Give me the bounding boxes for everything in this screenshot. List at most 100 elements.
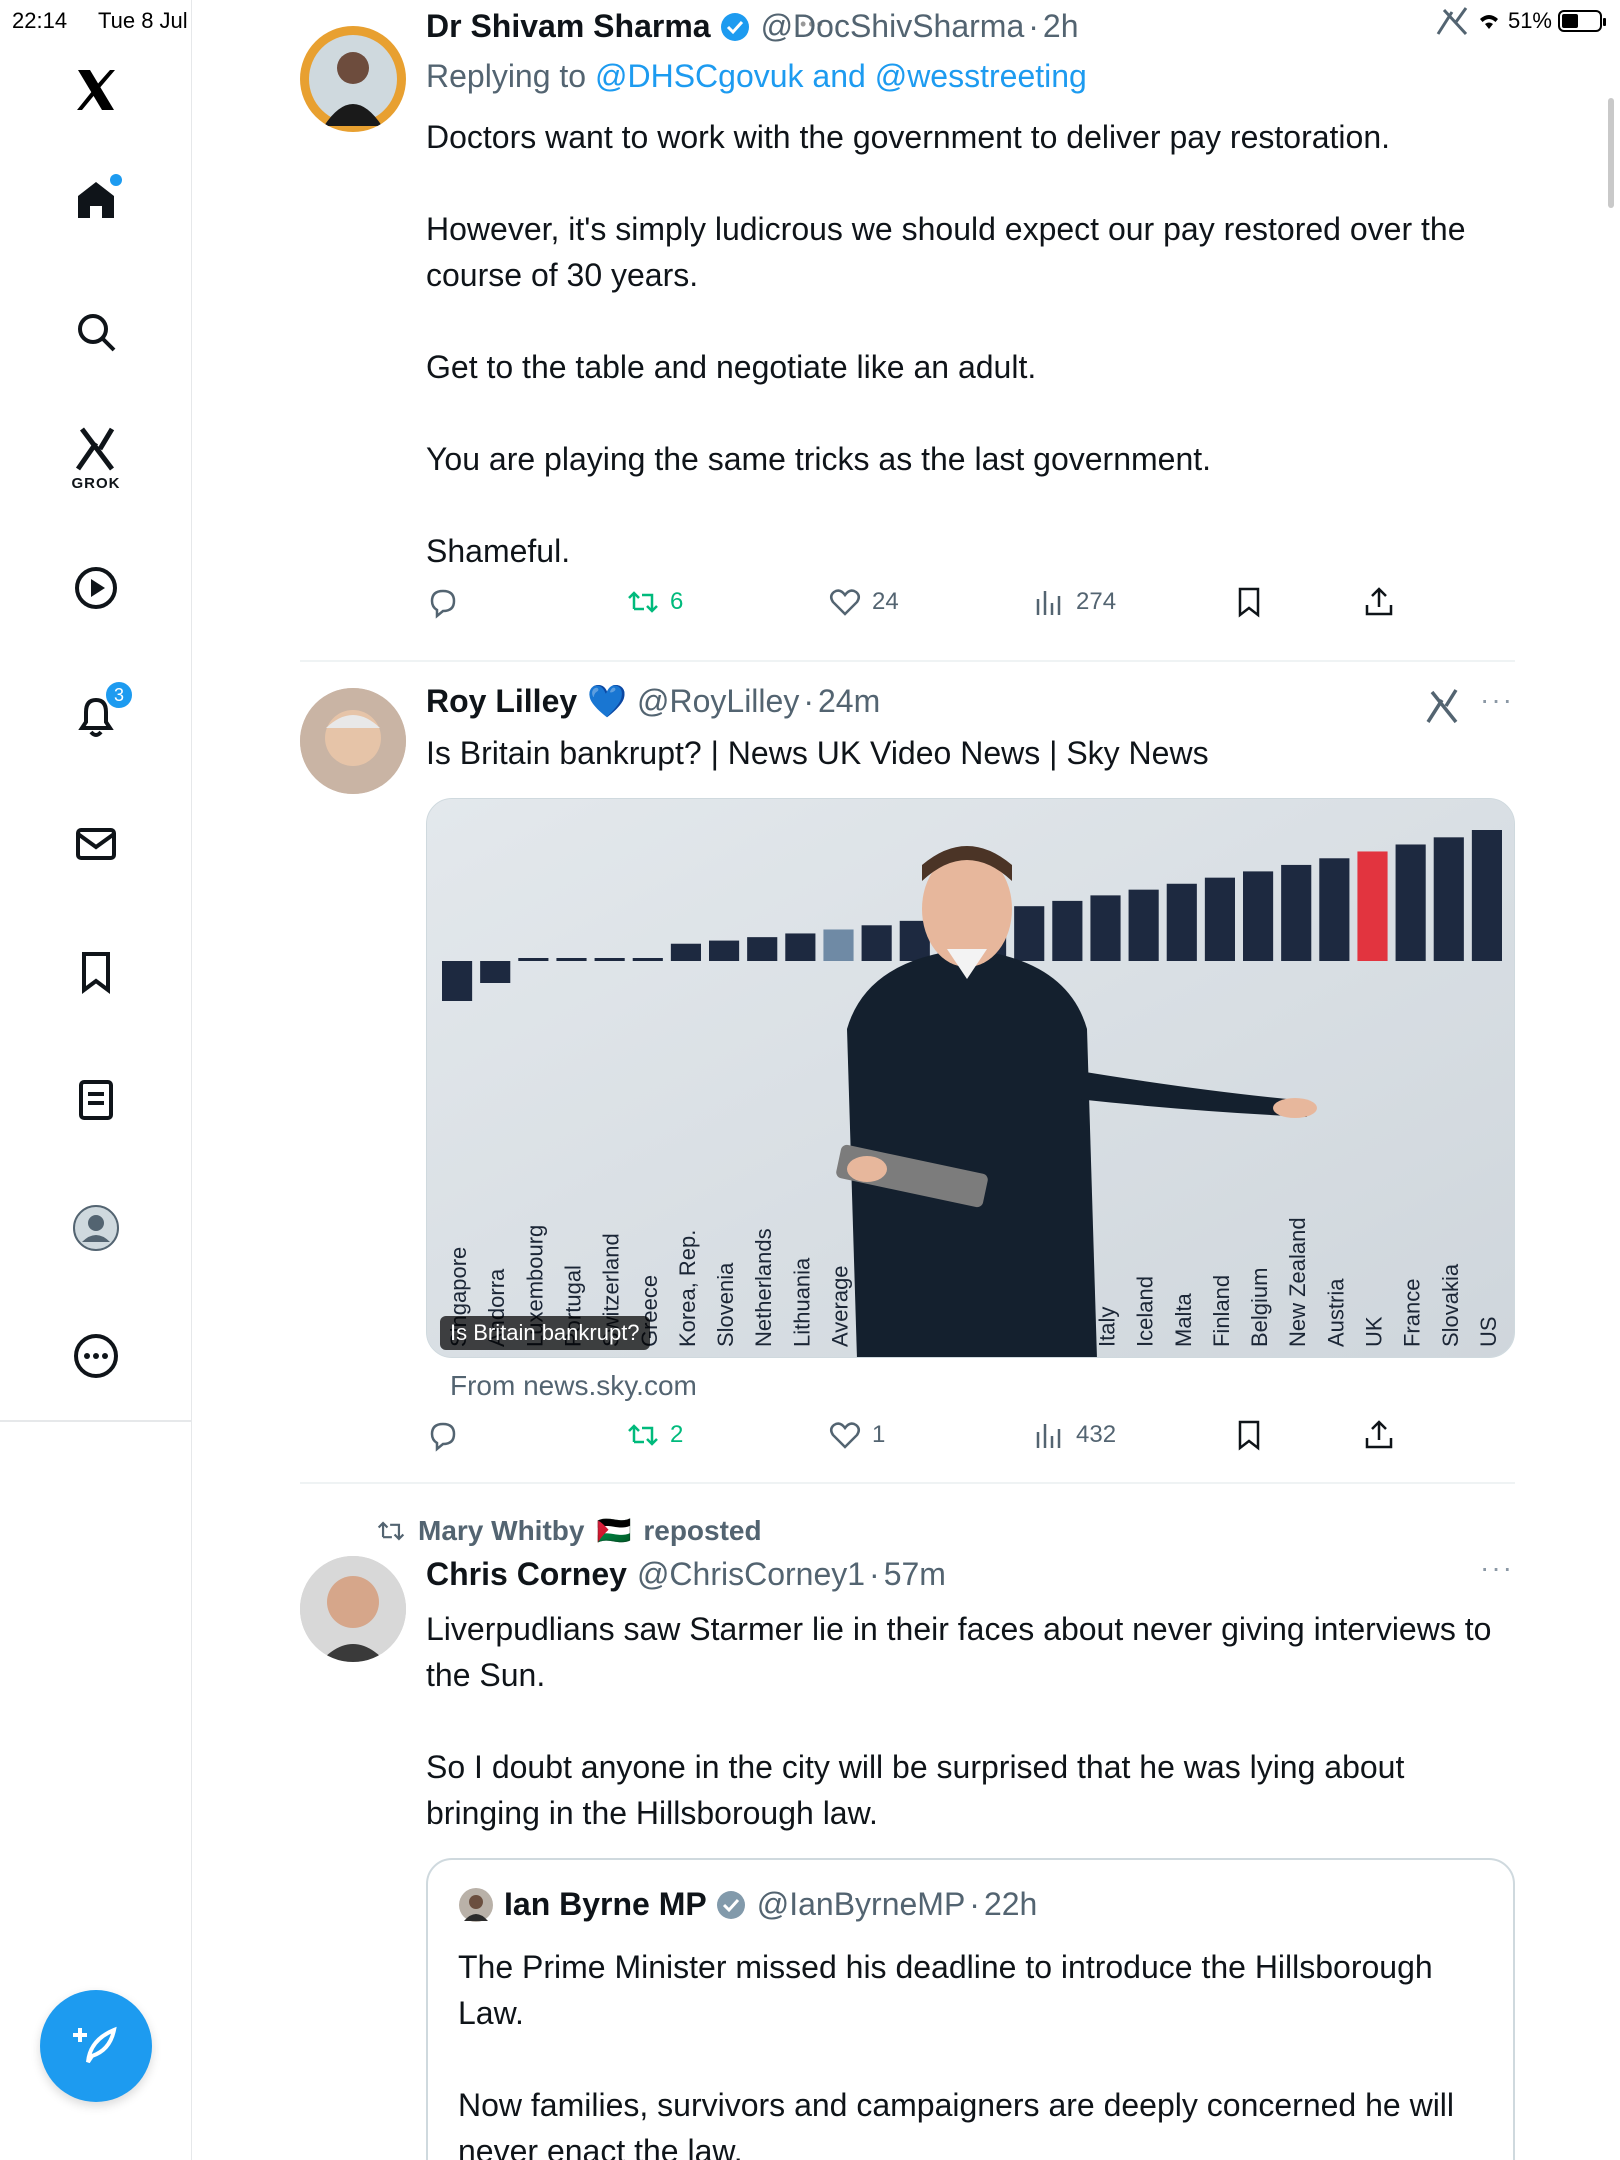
sidebar-item-lists[interactable] bbox=[56, 1060, 136, 1140]
author-handle[interactable]: @ChrisCorney1 bbox=[637, 1556, 865, 1593]
bookmark-button[interactable] bbox=[1232, 1418, 1266, 1452]
tweet-actions: 6 24 274 bbox=[426, 585, 1426, 635]
quoted-tweet[interactable]: Ian Byrne MP @IanByrneMP · 22h The Prime… bbox=[426, 1858, 1515, 2160]
media-video-card[interactable]: Singapore Andorra Luxembourg Portugal Switze… bbox=[426, 798, 1515, 1358]
tweet-time[interactable]: 57m bbox=[884, 1556, 946, 1593]
author-name[interactable]: Dr Shivam Sharma bbox=[426, 8, 711, 45]
author-handle[interactable]: @RoyLilley bbox=[637, 683, 799, 720]
repost-label: reposted bbox=[643, 1514, 762, 1546]
quote-time[interactable]: 22h bbox=[984, 1886, 1037, 1923]
share-button[interactable] bbox=[1362, 585, 1396, 619]
tweet-header: Dr Shivam Sharma @DocShivSharma · 2h bbox=[426, 8, 1079, 45]
share-button[interactable] bbox=[1362, 1418, 1396, 1452]
chart-country-label: Korea, Rep. bbox=[675, 1230, 700, 1347]
chart-bar bbox=[594, 958, 625, 961]
chart-bar bbox=[556, 958, 587, 961]
compose-button[interactable] bbox=[40, 1990, 152, 2102]
chart-bar bbox=[1319, 858, 1350, 961]
sidebar-item-video[interactable] bbox=[56, 548, 136, 628]
chart-bar bbox=[785, 933, 816, 961]
chart-country-label: US bbox=[1476, 1316, 1501, 1347]
replying-to-links[interactable]: @DHSCgovuk and @wesstreeting bbox=[595, 58, 1087, 94]
sidebar-item-home[interactable] bbox=[56, 160, 136, 240]
chart-country-label: Belgium bbox=[1247, 1268, 1272, 1347]
sidebar-item-notifications[interactable]: 3 bbox=[56, 676, 136, 756]
profile-icon bbox=[73, 1205, 119, 1251]
author-name[interactable]: Chris Corney bbox=[426, 1556, 627, 1593]
chart-country-label: UK bbox=[1362, 1316, 1387, 1347]
scrollbar[interactable] bbox=[1608, 98, 1614, 208]
view-count: 274 bbox=[1076, 588, 1117, 615]
avatar-photo-icon bbox=[309, 35, 397, 126]
chart-country-label: New Zealand bbox=[1285, 1217, 1310, 1347]
tweet-time[interactable]: 24m bbox=[818, 683, 880, 720]
more-options-icon[interactable]: ··· bbox=[1480, 684, 1514, 716]
reply-button[interactable] bbox=[426, 1418, 460, 1452]
sidebar-item-more[interactable] bbox=[56, 1316, 136, 1396]
bookmark-button[interactable] bbox=[1232, 585, 1266, 619]
chart-bar bbox=[1166, 883, 1197, 961]
quote-text: The Prime Minister missed his deadline t… bbox=[458, 1949, 1455, 2160]
chart-country-label: Lithuania bbox=[789, 1257, 814, 1347]
tweet-header: Chris Corney @ChrisCorney1 · 57m bbox=[426, 1556, 946, 1593]
quote-header: Ian Byrne MP @IanByrneMP · 22h bbox=[458, 1886, 1037, 1923]
chart-country-label: France bbox=[1400, 1279, 1425, 1347]
views-button[interactable]: 274 bbox=[1032, 585, 1116, 619]
views-button[interactable]: 432 bbox=[1032, 1418, 1116, 1452]
bookmark-icon bbox=[82, 952, 110, 994]
battery-icon bbox=[1558, 10, 1606, 32]
grok-icon[interactable] bbox=[1424, 688, 1462, 724]
verified-badge-icon bbox=[720, 12, 749, 41]
more-options-icon[interactable]: ··· bbox=[1480, 1552, 1514, 1584]
quote-author-handle[interactable]: @IanByrneMP bbox=[757, 1886, 966, 1923]
author-handle[interactable]: @DocShivSharma bbox=[761, 8, 1025, 45]
tweet-1[interactable]: Dr Shivam Sharma @DocShivSharma · 2h Rep… bbox=[300, 0, 1515, 660]
author-name[interactable]: Roy Lilley bbox=[426, 683, 577, 720]
sidebar-item-bookmarks[interactable] bbox=[56, 932, 136, 1012]
avatar[interactable] bbox=[300, 1556, 406, 1662]
reply-button[interactable] bbox=[426, 585, 460, 619]
separator-dot: · bbox=[969, 1886, 980, 1922]
chart-bar bbox=[480, 961, 511, 983]
grok-label: GROK bbox=[71, 474, 121, 492]
retweet-button[interactable]: 6 bbox=[626, 585, 683, 619]
x-logo-icon[interactable] bbox=[56, 50, 136, 130]
repost-by[interactable]: Mary Whitby bbox=[418, 1515, 584, 1547]
chart-bar bbox=[823, 929, 854, 961]
list-icon bbox=[79, 1080, 113, 1120]
home-unread-dot bbox=[110, 174, 122, 186]
chart-bar bbox=[1052, 900, 1083, 961]
repost-icon bbox=[377, 1520, 405, 1541]
sidebar-item-profile[interactable] bbox=[56, 1188, 136, 1268]
chart-country-label: Netherlands bbox=[751, 1228, 776, 1347]
retweet-count: 6 bbox=[670, 588, 684, 615]
chart-country-label: Austria bbox=[1323, 1278, 1348, 1347]
separator-dot: · bbox=[1028, 8, 1039, 44]
sidebar-item-messages[interactable] bbox=[56, 804, 136, 884]
retweet-button[interactable]: 2 bbox=[626, 1418, 683, 1452]
sidebar-item-grok[interactable]: GROK bbox=[56, 418, 136, 498]
grok-icon bbox=[75, 427, 115, 470]
separator-dot: · bbox=[803, 682, 814, 719]
avatar[interactable] bbox=[300, 688, 406, 794]
tweet-actions: 2 1 432 bbox=[426, 1418, 1426, 1468]
bookmark-icon bbox=[1238, 1420, 1260, 1451]
chart-bar bbox=[670, 943, 701, 961]
repost-flag: 🇵🇸 bbox=[596, 1515, 632, 1546]
avatar[interactable] bbox=[300, 26, 406, 132]
like-button[interactable]: 1 bbox=[828, 1418, 885, 1452]
more-circle-icon bbox=[74, 1334, 118, 1378]
tweet-text: Liverpudlians saw Starmer lie in their f… bbox=[426, 1611, 1492, 1831]
verified-badge-icon bbox=[716, 1890, 745, 1919]
retweet-count: 2 bbox=[670, 1421, 684, 1448]
link-source[interactable]: From news.sky.com bbox=[450, 1370, 697, 1402]
tweet-text: Doctors want to work with the government… bbox=[426, 119, 1466, 569]
compose-icon bbox=[73, 2026, 117, 2064]
sidebar-item-search[interactable] bbox=[56, 292, 136, 372]
mail-icon bbox=[76, 828, 116, 860]
chart-country-label: Malta bbox=[1171, 1292, 1196, 1347]
tweet-time[interactable]: 2h bbox=[1043, 8, 1079, 45]
like-count: 24 bbox=[872, 588, 899, 615]
quote-author-name[interactable]: Ian Byrne MP bbox=[504, 1886, 707, 1923]
like-button[interactable]: 24 bbox=[828, 585, 899, 619]
